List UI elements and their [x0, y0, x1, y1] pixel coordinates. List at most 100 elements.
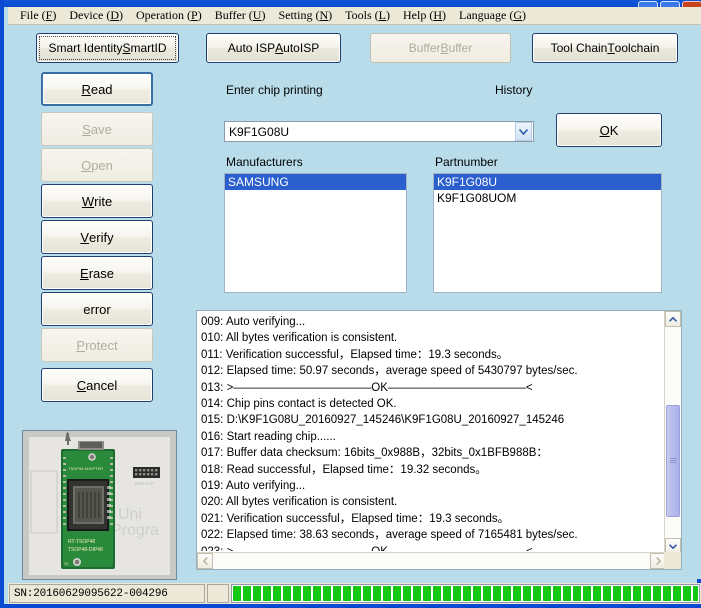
menu-tools-accel: L	[379, 8, 386, 22]
manufacturers-listbox[interactable]: SAMSUNG	[224, 173, 407, 293]
menu-setting[interactable]: Setting (N)	[272, 7, 339, 24]
smart-identity-button[interactable]: Smart Identity SmartID	[36, 33, 179, 63]
serial-number-panel: SN:20160629095622-004296	[9, 584, 205, 603]
list-item[interactable]: SAMSUNG	[225, 174, 406, 190]
menu-device-accel: D	[110, 8, 119, 22]
menu-buffer[interactable]: Buffer (U)	[209, 7, 273, 24]
scroll-up-icon[interactable]	[665, 311, 681, 327]
protect-accel: P	[76, 338, 85, 353]
menu-help[interactable]: Help (H)	[397, 7, 453, 24]
scroll-thumb[interactable]	[666, 405, 680, 517]
serial-number-text: SN:20160629095622-004296	[14, 588, 168, 600]
log-line: 009: Auto verifying...	[201, 314, 663, 330]
cancel-button[interactable]: Cancel	[41, 368, 153, 402]
svg-text:RT-TSOP48: RT-TSOP48	[68, 539, 95, 545]
auto-isp-label-post: utoISP	[283, 41, 319, 55]
auto-isp-accel: A	[275, 41, 283, 55]
verify-post: erify	[89, 230, 114, 245]
save-button: Save	[41, 112, 153, 146]
erase-button[interactable]: Erase	[41, 256, 153, 290]
auto-isp-button[interactable]: Auto ISP AutoISP	[206, 33, 341, 63]
menu-bar: File (F) Device (D) Operation (P) Buffer…	[8, 7, 701, 25]
log-horizontal-scrollbar[interactable]	[197, 552, 666, 569]
title-bar	[4, 0, 701, 7]
log-vertical-scrollbar[interactable]	[664, 311, 681, 554]
buffer-label-post: uffer	[449, 41, 473, 55]
menu-device[interactable]: Device (D)	[63, 7, 130, 24]
log-line: 019: Auto verifying...	[201, 478, 663, 494]
tool-chain-button[interactable]: Tool Chain Toolchain	[532, 33, 678, 63]
menu-tools-label: Tools	[345, 8, 372, 22]
log-line: 011: Verification successful，Elapsed tim…	[201, 347, 663, 363]
ok-post: K	[610, 123, 619, 138]
status-spacer-panel	[207, 584, 229, 603]
ok-accel: O	[600, 123, 610, 138]
partnumber-label: Partnumber	[435, 155, 498, 169]
auto-isp-label-pre: Auto ISP	[228, 41, 275, 55]
client-area: Smart Identity SmartID Auto ISP AutoISP …	[8, 25, 701, 579]
read-post: ead	[91, 82, 113, 97]
menu-operation-accel: P	[191, 8, 198, 22]
top-toolbar: Smart Identity SmartID Auto ISP AutoISP …	[8, 28, 701, 68]
partnumber-listbox[interactable]: K9F1G08U K9F1G08UOM	[433, 173, 662, 293]
save-post: ave	[91, 122, 112, 137]
chip-name-combobox[interactable]: K9F1G08U	[224, 121, 534, 142]
menu-help-accel: H	[433, 8, 442, 22]
verify-button[interactable]: Verify	[41, 220, 153, 254]
status-bar: SN:20160629095622-004296	[8, 583, 701, 604]
chip-name-input[interactable]: K9F1G08U	[225, 125, 515, 139]
menu-setting-label: Setting	[278, 8, 312, 22]
log-line: 015: D:\K9F1G08U_20160927_145246\K9F1G08…	[201, 412, 663, 428]
error-pre: error	[83, 302, 110, 317]
progress-bar	[231, 584, 700, 603]
protect-post: rotect	[85, 338, 118, 353]
smart-identity-label-pre: Smart Identity	[48, 41, 122, 55]
enter-chip-printing-label: Enter chip printing	[226, 83, 323, 97]
menu-language[interactable]: Language (G)	[453, 7, 533, 24]
open-post: pen	[91, 158, 113, 173]
log-line: 023: >————————————OK————————————<	[201, 544, 663, 551]
list-item[interactable]: K9F1G08U	[434, 174, 661, 190]
menu-tools[interactable]: Tools (L)	[339, 7, 397, 24]
ok-button[interactable]: OK	[556, 113, 662, 147]
scroll-left-icon[interactable]	[197, 553, 213, 569]
menu-operation-label: Operation	[136, 8, 184, 22]
log-text-area[interactable]: 009: Auto verifying... 010: All bytes ve…	[197, 311, 663, 551]
erase-accel: E	[80, 266, 89, 281]
smart-identity-accel: S	[123, 41, 131, 55]
read-accel: R	[81, 82, 90, 97]
tool-chain-accel: T	[607, 41, 614, 55]
log-line: 022: Elapsed time: 38.63 seconds，average…	[201, 527, 663, 543]
read-button[interactable]: Read	[41, 72, 153, 106]
menu-operation[interactable]: Operation (P)	[130, 7, 209, 24]
log-line: 014: Chip pins contact is detected OK.	[201, 396, 663, 412]
erase-post: rase	[89, 266, 114, 281]
buffer-label-pre: Buffer	[409, 41, 441, 55]
protect-button: Protect	[41, 328, 153, 362]
history-label: History	[495, 83, 532, 97]
menu-setting-accel: N	[319, 8, 328, 22]
log-line: 010: All bytes verification is consisten…	[201, 330, 663, 346]
device-photo: Uni Progra MINI-ICP	[22, 430, 177, 580]
cancel-post: ancel	[86, 378, 117, 393]
log-panel: 009: Auto verifying... 010: All bytes ve…	[196, 310, 682, 570]
menu-file[interactable]: File (F)	[14, 7, 63, 24]
chevron-down-icon[interactable]	[515, 122, 532, 141]
programmer-adapter-photo: Uni Progra MINI-ICP	[23, 431, 176, 579]
buffer-accel: B	[441, 41, 449, 55]
write-button[interactable]: Write	[41, 184, 153, 218]
log-line: 017: Buffer data checksum: 16bits_0x988B…	[201, 445, 663, 461]
smart-identity-label-post: martID	[131, 41, 167, 55]
svg-text:TSOP48-DIP48: TSOP48-DIP48	[68, 547, 103, 553]
tool-chain-label-pre: Tool Chain	[551, 41, 608, 55]
window-controls	[638, 0, 701, 7]
menu-help-label: Help	[403, 8, 426, 22]
menu-buffer-accel: U	[253, 8, 262, 22]
list-item[interactable]: K9F1G08UOM	[434, 190, 661, 206]
error-button[interactable]: error	[41, 292, 153, 326]
scrollbar-corner	[664, 552, 681, 569]
menu-file-accel: F	[46, 8, 53, 22]
scroll-thumb-grip	[670, 458, 677, 463]
log-line: 012: Elapsed time: 50.97 seconds，average…	[201, 363, 663, 379]
menu-file-label: File	[20, 8, 39, 22]
